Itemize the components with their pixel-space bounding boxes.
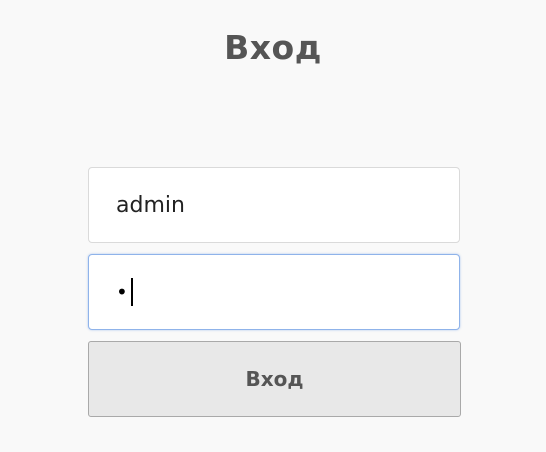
username-field[interactable]: admin: [88, 167, 460, 243]
page-title: Вход: [224, 28, 322, 67]
password-field[interactable]: •: [88, 254, 460, 330]
login-button[interactable]: Вход: [88, 341, 461, 417]
login-panel: Вход admin • Вход: [0, 0, 546, 452]
password-value: •: [116, 280, 128, 304]
login-button-label: Вход: [245, 367, 304, 391]
username-value: admin: [116, 192, 185, 218]
text-cursor: [130, 278, 133, 306]
